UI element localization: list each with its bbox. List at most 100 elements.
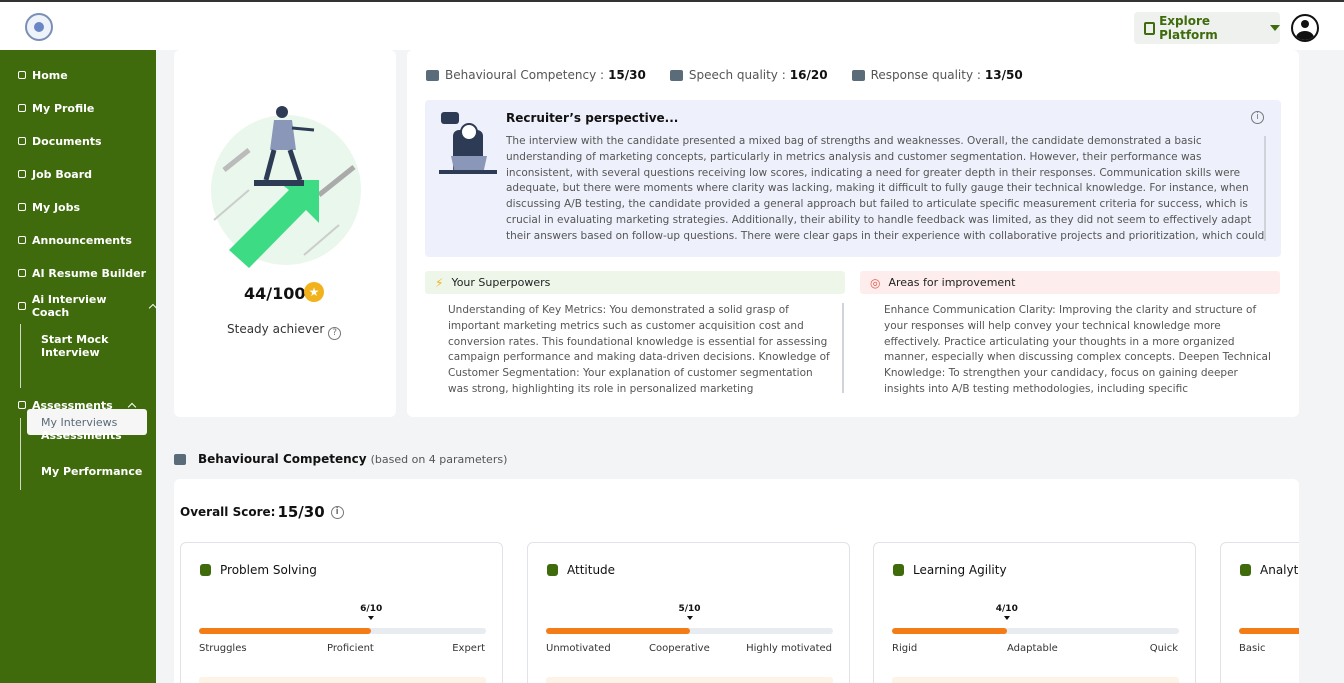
smiley-icon — [547, 564, 558, 576]
people-gear-icon — [174, 453, 186, 465]
sidebar-item-label: My Profile — [32, 101, 95, 115]
feedback-strip — [199, 677, 486, 683]
chevron-down-icon — [1270, 25, 1280, 31]
top-bar: Explore Platform — [0, 0, 1344, 50]
score-label-text: Steady achiever — [227, 322, 325, 336]
progress-track — [892, 628, 1179, 634]
recruiter-illustration — [439, 112, 497, 174]
overall-score-label: Overall Score: — [180, 505, 276, 519]
info-icon[interactable]: i — [330, 505, 344, 519]
competency-value: 4/10 — [995, 604, 1018, 620]
book-icon — [893, 564, 904, 576]
sidebar-item-documents[interactable]: Documents — [18, 133, 102, 149]
user-circle-icon[interactable] — [1291, 14, 1319, 42]
feedback-strip — [892, 677, 1179, 683]
scale-label-high: Highly motivated — [746, 643, 832, 654]
scale-label-low: Basic — [1239, 643, 1266, 654]
section-title: Behavioural Competency — [198, 452, 367, 466]
progress-fill — [1239, 628, 1299, 634]
sidebar-subitem-assessments[interactable]: Assessments — [41, 429, 122, 442]
folder-icon — [18, 137, 26, 145]
progress-track — [546, 628, 833, 634]
submenu-line — [20, 324, 21, 388]
sidebar-item-label: Job Board — [32, 167, 93, 181]
sidebar-item-job-board[interactable]: Job Board — [18, 166, 92, 182]
sidebar-item-assessments[interactable]: Assessments — [18, 397, 136, 413]
metric-label: Behavioural Competency : — [445, 68, 605, 82]
metric-label: Speech quality : — [688, 68, 786, 82]
competency-name: Analytical Thinking — [1260, 563, 1299, 577]
explore-platform-button[interactable]: Explore Platform — [1134, 12, 1280, 44]
brain-icon — [200, 564, 211, 576]
chevron-up-icon — [127, 402, 136, 411]
metric-value: 13/50 — [984, 68, 1023, 82]
sidebar-item-home[interactable]: Home — [18, 67, 68, 83]
target-icon: ◎ — [870, 275, 881, 290]
user-icon — [18, 104, 26, 112]
scale-label-low: Rigid — [892, 643, 918, 654]
sidebar-item-label: AI Resume Builder — [32, 266, 147, 280]
gear-icon — [18, 401, 26, 409]
section-subtitle: (based on 4 parameters) — [370, 452, 508, 466]
competency-value: 6/10 — [360, 604, 383, 620]
achiever-illustration — [211, 106, 361, 268]
emblem-logo[interactable] — [25, 13, 53, 41]
overall-score-value: 44/100 — [244, 284, 306, 303]
sidebar-item-my-jobs[interactable]: My Jobs — [18, 199, 80, 215]
improvement-text: Enhance Communication Clarity: Improving… — [884, 304, 1271, 395]
document-icon — [18, 269, 26, 277]
briefcase-icon — [18, 203, 26, 211]
soundwave-icon — [669, 69, 683, 81]
progress-fill — [892, 628, 1007, 634]
score-card: 44/100 ★ Steady achiever ? — [174, 50, 396, 417]
interview-summary-card: Behavioural Competency :15/30 Speech qua… — [407, 50, 1299, 417]
help-icon[interactable]: ? — [328, 327, 342, 340]
progress-track — [1239, 628, 1299, 634]
competency-card-analytical-thinking: Analytical Thinking Basic — [1220, 542, 1299, 683]
chevron-up-icon — [148, 303, 158, 312]
competency-name: Learning Agility — [913, 563, 1007, 577]
scale-label-low: Struggles — [199, 643, 247, 654]
scrollbar[interactable] — [1264, 136, 1266, 241]
metric-speech: Speech quality :16/20 — [669, 68, 828, 82]
sidebar-item-ai-interview-coach[interactable]: Ai Interview Coach — [18, 293, 158, 319]
sidebar-item-label: Home — [32, 68, 68, 82]
scale-label-mid: Cooperative — [649, 643, 710, 654]
recruiter-text: The interview with the candidate present… — [506, 135, 1265, 242]
chart-icon — [1240, 564, 1251, 576]
score-label: Steady achiever ? — [227, 322, 342, 340]
overall-score-value: 15/30 — [277, 503, 325, 521]
sidebar-item-my-profile[interactable]: My Profile — [18, 100, 94, 116]
sidebar-item-announcements[interactable]: Announcements — [18, 232, 132, 248]
metric-label: Response quality : — [870, 68, 981, 82]
scale-label-mid: Adaptable — [1007, 643, 1058, 654]
lightning-icon: ⚡ — [435, 275, 444, 290]
scale-label-high: Expert — [452, 643, 485, 654]
board-icon — [18, 170, 26, 178]
competency-card-attitude: Attitude 5/10 Unmotivated Cooperative Hi… — [527, 542, 850, 683]
sidebar-item-label: Assessments — [32, 398, 113, 412]
explore-platform-label: Explore Platform — [1159, 14, 1218, 42]
behavioural-section-title: Behavioural Competency (based on 4 parame… — [174, 452, 507, 466]
sidebar: Home My Profile Documents Job Board My J… — [0, 50, 158, 683]
competency-card-learning-agility: Learning Agility 4/10 Rigid Adaptable Qu… — [873, 542, 1196, 683]
sidebar-item-label: Documents — [32, 134, 102, 148]
overall-score: Overall Score: 15/30 i — [180, 503, 344, 521]
scale-label-low: Unmotivated — [546, 643, 611, 654]
scale-label-mid: Proficient — [327, 643, 374, 654]
superpowers-text: Understanding of Key Metrics: You demons… — [448, 304, 830, 395]
info-icon[interactable]: i — [1251, 111, 1264, 124]
submenu-line — [20, 418, 21, 490]
search-document-icon — [1144, 21, 1156, 35]
metric-value: 16/20 — [789, 68, 828, 82]
sidebar-subitem-my-performance[interactable]: My Performance — [41, 465, 142, 478]
scrollbar[interactable] — [842, 303, 844, 393]
competency-name: Problem Solving — [220, 563, 317, 577]
recruiter-perspective: Recruiter’s perspective... The interview… — [425, 100, 1281, 257]
chat-bubbles-icon — [851, 69, 865, 81]
recruiter-title: Recruiter’s perspective... — [506, 111, 679, 125]
sidebar-item-ai-resume-builder[interactable]: AI Resume Builder — [18, 265, 146, 281]
metric-behavioural: Behavioural Competency :15/30 — [426, 68, 646, 82]
sidebar-subitem-start-mock-interview[interactable]: Start Mock Interview — [41, 333, 156, 359]
home-icon — [18, 71, 26, 79]
